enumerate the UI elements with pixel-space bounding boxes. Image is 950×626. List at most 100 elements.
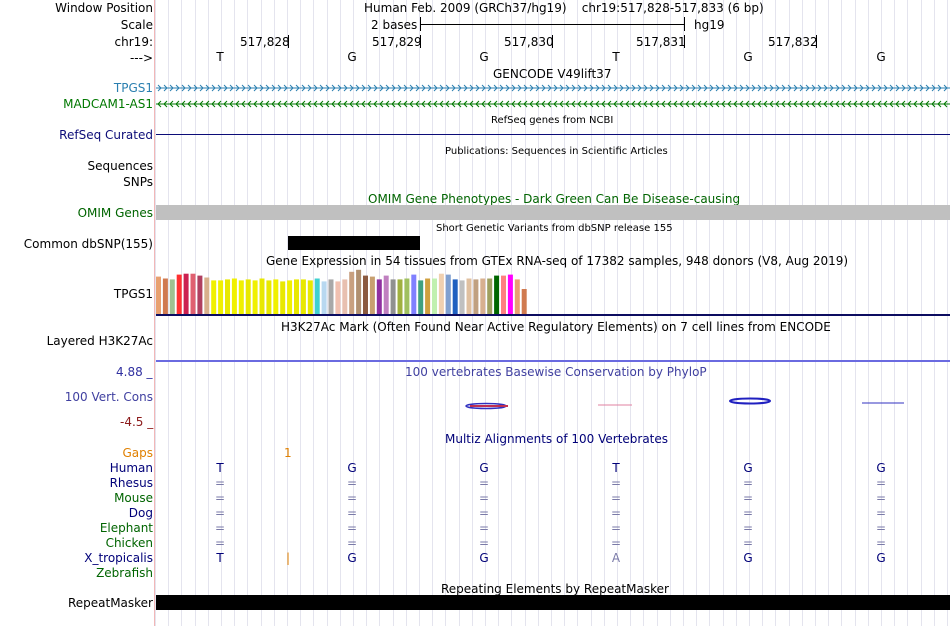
gtex-tissue-bar[interactable] <box>273 279 279 314</box>
gtex-tissue-bar[interactable] <box>218 280 224 314</box>
refseq-track-label[interactable]: RefSeq Curated <box>59 128 153 142</box>
gtex-track-label[interactable]: TPGS1 <box>114 287 153 301</box>
phylop-track-label[interactable]: 100 Vert. Cons <box>65 390 153 404</box>
gtex-tissue-bar[interactable] <box>287 280 293 314</box>
sequences-track-label[interactable]: Sequences <box>88 159 153 173</box>
gtex-tissue-bar[interactable] <box>466 278 472 315</box>
gtex-tissue-bar[interactable] <box>162 278 168 315</box>
repeatmasker-track-label[interactable]: RepeatMasker <box>68 596 153 610</box>
phylop-track-title[interactable]: 100 vertebrates Basewise Conservation by… <box>405 365 707 379</box>
gtex-tissue-bar[interactable] <box>259 278 265 315</box>
species-label-human[interactable]: Human <box>110 461 153 475</box>
species-label-chicken[interactable]: Chicken <box>106 536 153 550</box>
gaps-track-label[interactable]: Gaps <box>122 446 153 460</box>
gtex-tissue-bar[interactable] <box>376 279 382 314</box>
h3k27ac-track-title[interactable]: H3K27Ac Mark (Often Found Near Active Re… <box>281 320 831 334</box>
madcam1-gene-feature[interactable] <box>156 98 950 110</box>
gtex-tissue-bar[interactable] <box>507 274 513 314</box>
gtex-tissue-bar[interactable] <box>425 278 431 315</box>
gtex-tissue-bar[interactable] <box>335 281 341 314</box>
gtex-tissue-bar[interactable] <box>521 289 527 314</box>
gtex-tissue-bar[interactable] <box>445 274 451 314</box>
chrom-label: chr19: <box>114 35 153 49</box>
gtex-tissue-bar[interactable] <box>514 279 520 314</box>
tpgs1-gene-feature[interactable] <box>156 82 950 94</box>
alignment-base: = <box>214 491 226 505</box>
gtex-tissue-bar[interactable] <box>356 269 362 314</box>
gtex-tissue-bar[interactable] <box>321 281 327 314</box>
gtex-tissue-bar[interactable] <box>280 281 286 314</box>
alignment-base: = <box>346 491 358 505</box>
gtex-tissue-bar[interactable] <box>480 278 486 315</box>
dbsnp-track-title[interactable]: Short Genetic Variants from dbSNP releas… <box>436 223 673 235</box>
species-label-mouse[interactable]: Mouse <box>114 491 153 505</box>
gtex-tissue-bar[interactable] <box>300 279 306 314</box>
gtex-tissue-bar[interactable] <box>494 275 500 314</box>
gtex-tissue-bar[interactable] <box>314 278 320 315</box>
multiz-track-title[interactable]: Multiz Alignments of 100 Vertebrates <box>445 432 668 446</box>
gtex-tissue-bar[interactable] <box>328 279 334 314</box>
gtex-tissue-bar[interactable] <box>197 275 203 314</box>
gtex-tissue-bar[interactable] <box>252 280 258 314</box>
omim-feature[interactable] <box>156 205 950 220</box>
h3k27ac-signal[interactable] <box>156 360 950 362</box>
gtex-tissue-bar[interactable] <box>487 278 493 315</box>
gencode-track-title[interactable]: GENCODE V49lift37 <box>493 67 611 81</box>
repeatmasker-track-title[interactable]: Repeating Elements by RepeatMasker <box>441 582 669 596</box>
gtex-tissue-bar[interactable] <box>225 279 230 314</box>
publications-track-title[interactable]: Publications: Sequences in Scientific Ar… <box>445 146 668 158</box>
gtex-tissue-bar[interactable] <box>383 275 389 314</box>
gtex-tissue-bar[interactable] <box>397 279 403 314</box>
gtex-tissue-bar[interactable] <box>452 279 458 314</box>
gtex-tissue-bar[interactable] <box>183 273 189 314</box>
gtex-tissue-bar[interactable] <box>390 279 396 314</box>
dbsnp-track-label[interactable]: Common dbSNP(155) <box>24 237 153 251</box>
refseq-track-title[interactable]: RefSeq genes from NCBI <box>491 115 613 127</box>
species-label-elephant[interactable]: Elephant <box>100 521 153 535</box>
gtex-tissue-bar[interactable] <box>411 274 417 314</box>
madcam1-track-label[interactable]: MADCAM1-AS1 <box>63 97 153 111</box>
alignment-base: = <box>346 506 358 520</box>
repeatmasker-feature[interactable] <box>156 595 950 610</box>
window-position-value[interactable]: Human Feb. 2009 (GRCh37/hg19) chr19:517,… <box>364 1 764 15</box>
gtex-tissue-bar[interactable] <box>459 280 465 314</box>
phylop-signal[interactable] <box>460 396 910 412</box>
alignment-base: = <box>478 536 490 550</box>
gtex-tissue-bar[interactable] <box>204 277 210 315</box>
refseq-gene-feature[interactable] <box>156 134 950 135</box>
gtex-tissue-bar[interactable] <box>363 275 368 314</box>
species-label-dog[interactable]: Dog <box>129 506 153 520</box>
gtex-tissue-bar[interactable] <box>432 278 437 315</box>
dbsnp-variant-feature[interactable] <box>288 236 420 250</box>
base-4: T <box>612 50 620 64</box>
gtex-tissue-bar[interactable] <box>438 273 444 314</box>
gtex-tissue-bar[interactable] <box>156 276 161 314</box>
gtex-tissue-bar[interactable] <box>369 276 375 314</box>
gtex-tissue-bar[interactable] <box>190 273 196 314</box>
gtex-track-title[interactable]: Gene Expression in 54 tissues from GTEx … <box>266 254 848 268</box>
snps-track-label[interactable]: SNPs <box>123 175 153 189</box>
gtex-tissue-bar[interactable] <box>169 279 175 314</box>
gtex-tissue-bar[interactable] <box>231 278 237 315</box>
gtex-tissue-bar[interactable] <box>473 279 479 314</box>
omim-track-title[interactable]: OMIM Gene Phenotypes - Dark Green Can Be… <box>368 192 740 206</box>
tpgs1-track-label[interactable]: TPGS1 <box>114 81 153 95</box>
gtex-tissue-bar[interactable] <box>294 279 299 314</box>
gtex-tissue-bar[interactable] <box>307 280 313 314</box>
species-label-zebrafish[interactable]: Zebrafish <box>96 566 153 580</box>
gtex-tissue-bar[interactable] <box>211 280 217 314</box>
gtex-tissue-bar[interactable] <box>342 279 348 314</box>
gtex-tissue-bar[interactable] <box>245 279 251 314</box>
h3k27ac-track-label[interactable]: Layered H3K27Ac <box>47 334 153 348</box>
species-label-rhesus[interactable]: Rhesus <box>110 476 153 490</box>
alignment-base: T <box>216 551 224 565</box>
gtex-tissue-bar[interactable] <box>266 280 272 314</box>
omim-track-label[interactable]: OMIM Genes <box>78 206 153 220</box>
gtex-tissue-bar[interactable] <box>349 271 355 314</box>
species-label-x_tropicalis[interactable]: X_tropicalis <box>84 551 153 565</box>
gtex-tissue-bar[interactable] <box>418 280 424 314</box>
gtex-tissue-bar[interactable] <box>501 275 506 314</box>
gtex-tissue-bar[interactable] <box>404 278 410 315</box>
gtex-tissue-bar[interactable] <box>176 274 182 314</box>
gtex-tissue-bar[interactable] <box>238 280 244 314</box>
